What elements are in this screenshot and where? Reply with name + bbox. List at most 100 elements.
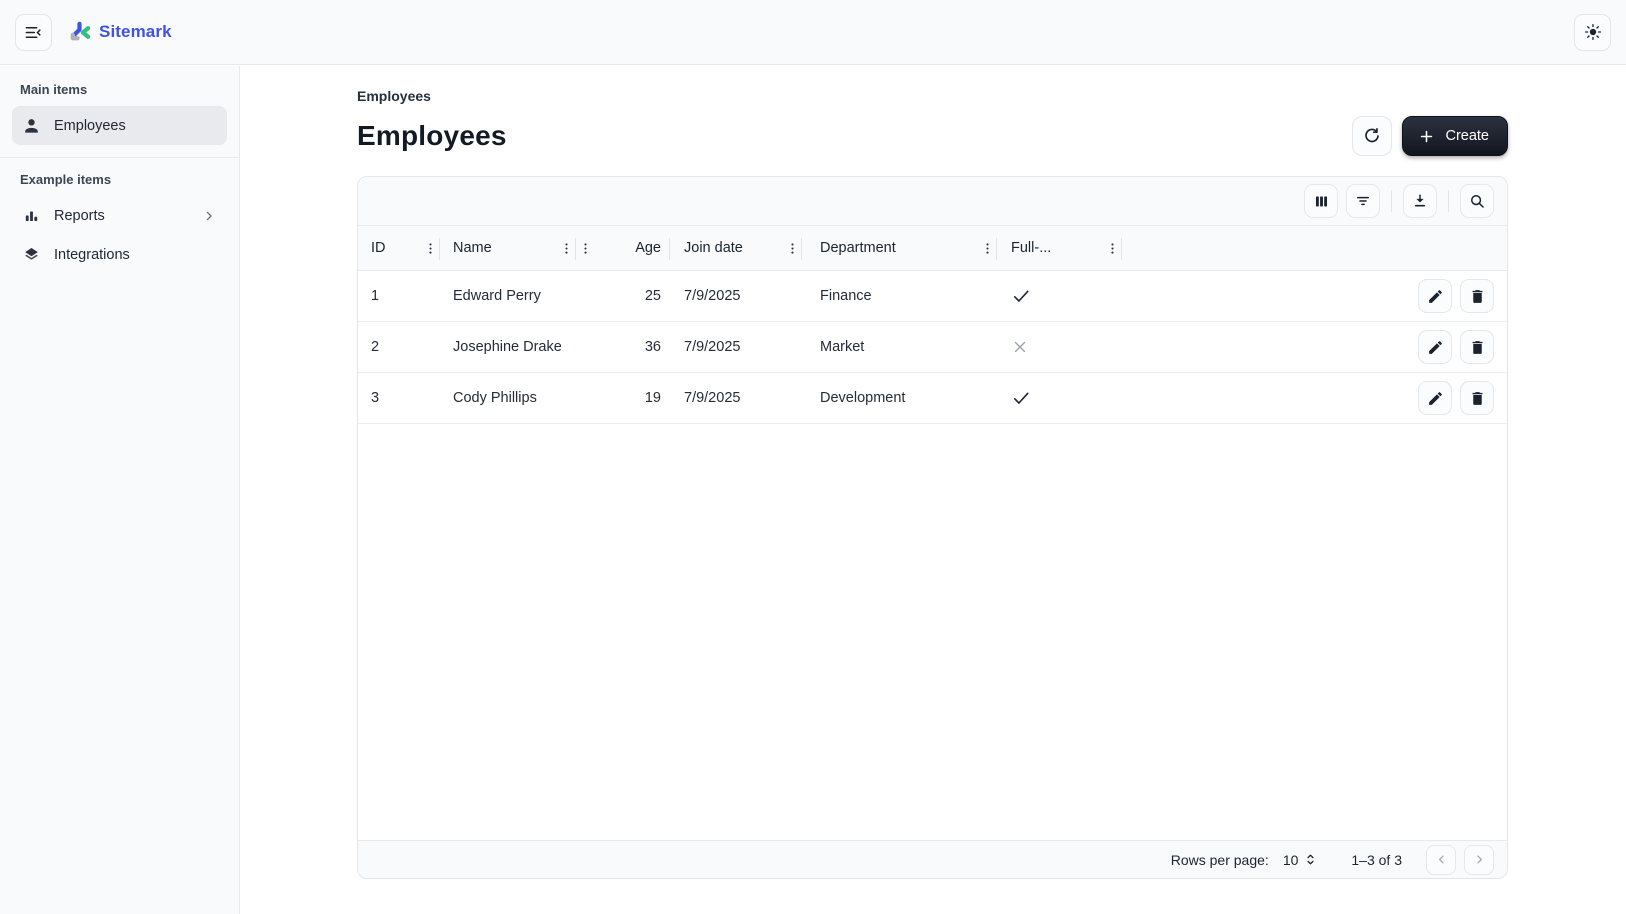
search-icon bbox=[1468, 192, 1486, 210]
cell-join-date: 7/9/2025 bbox=[670, 390, 802, 406]
trash-icon bbox=[1469, 339, 1486, 356]
cell-age: 19 bbox=[576, 390, 670, 406]
sun-icon bbox=[1584, 23, 1602, 41]
column-header-full-time[interactable]: Full-... bbox=[997, 226, 1122, 270]
sidebar: Main items Employees Example items Repor… bbox=[0, 66, 240, 914]
cell-join-date: 7/9/2025 bbox=[670, 339, 802, 355]
logo[interactable]: Sitemark bbox=[68, 21, 172, 44]
column-menu-icon[interactable] bbox=[421, 239, 440, 258]
sitemark-logo-icon bbox=[68, 21, 91, 44]
grid-toolbar bbox=[358, 177, 1507, 225]
column-header-join-date[interactable]: Join date bbox=[670, 226, 802, 270]
row-actions bbox=[1342, 330, 1507, 364]
column-header-name[interactable]: Name bbox=[440, 226, 576, 270]
sidebar-section-example-items: Example items bbox=[12, 170, 227, 196]
table-row[interactable]: 2 Josephine Drake 36 7/9/2025 Market bbox=[358, 322, 1507, 373]
main-content: Employees Employees Create bbox=[240, 0, 1626, 914]
cell-id: 1 bbox=[358, 288, 440, 304]
breadcrumb: Employees bbox=[357, 88, 1508, 104]
column-menu-icon[interactable] bbox=[783, 239, 802, 258]
column-menu-icon[interactable] bbox=[1103, 239, 1122, 258]
chevron-left-icon bbox=[1434, 852, 1449, 867]
column-header-department[interactable]: Department bbox=[802, 226, 997, 270]
pagination-range-label: 1–3 of 3 bbox=[1351, 852, 1402, 868]
check-icon bbox=[1011, 388, 1031, 408]
column-header-id[interactable]: ID bbox=[358, 226, 440, 270]
sidebar-collapse-button[interactable] bbox=[15, 14, 52, 51]
rows-per-page-value: 10 bbox=[1283, 852, 1299, 868]
bar-chart-icon bbox=[22, 206, 41, 225]
sidebar-item-employees[interactable]: Employees bbox=[12, 106, 227, 145]
logo-text: Sitemark bbox=[99, 22, 172, 42]
delete-button[interactable] bbox=[1460, 381, 1494, 415]
sidebar-item-label: Integrations bbox=[54, 247, 130, 263]
data-grid: ID Name Age Join date bbox=[357, 176, 1508, 879]
cell-department: Development bbox=[802, 390, 997, 406]
export-button[interactable] bbox=[1403, 184, 1437, 218]
trash-icon bbox=[1469, 390, 1486, 407]
table-row[interactable]: 3 Cody Phillips 19 7/9/2025 Development bbox=[358, 373, 1507, 424]
column-menu-icon[interactable] bbox=[978, 239, 997, 258]
column-header-label: Age bbox=[635, 240, 661, 256]
cell-join-date: 7/9/2025 bbox=[670, 288, 802, 304]
page-title: Employees bbox=[357, 120, 507, 152]
sidebar-divider bbox=[0, 157, 239, 158]
grid-header-row: ID Name Age Join date bbox=[358, 225, 1507, 271]
pencil-icon bbox=[1427, 390, 1444, 407]
app-header: Sitemark bbox=[0, 0, 1626, 65]
select-arrows-icon bbox=[1304, 852, 1317, 867]
cell-name: Cody Phillips bbox=[440, 390, 576, 406]
filter-button[interactable] bbox=[1346, 184, 1380, 218]
edit-button[interactable] bbox=[1418, 330, 1452, 364]
person-icon bbox=[22, 116, 41, 135]
theme-toggle-button[interactable] bbox=[1574, 14, 1611, 51]
column-header-label: Name bbox=[453, 240, 492, 256]
next-page-button[interactable] bbox=[1464, 845, 1494, 875]
column-header-age[interactable]: Age bbox=[576, 226, 670, 270]
sidebar-item-reports[interactable]: Reports bbox=[12, 196, 227, 235]
cell-full-time bbox=[997, 388, 1122, 408]
grid-empty-area bbox=[358, 424, 1507, 840]
column-header-spacer bbox=[1122, 226, 1342, 270]
chevron-right-icon bbox=[1472, 852, 1487, 867]
download-icon bbox=[1411, 192, 1429, 210]
column-menu-icon[interactable] bbox=[576, 239, 595, 258]
previous-page-button[interactable] bbox=[1426, 845, 1456, 875]
columns-icon bbox=[1313, 193, 1330, 210]
columns-button[interactable] bbox=[1304, 184, 1338, 218]
column-header-label: Full-... bbox=[1011, 240, 1051, 256]
cell-name: Josephine Drake bbox=[440, 339, 576, 355]
toolbar-divider bbox=[1391, 190, 1392, 212]
rows-per-page-select[interactable]: 10 bbox=[1283, 852, 1318, 868]
refresh-button[interactable] bbox=[1352, 116, 1392, 156]
table-row[interactable]: 1 Edward Perry 25 7/9/2025 Finance bbox=[358, 271, 1507, 322]
sidebar-item-label: Employees bbox=[54, 118, 126, 134]
create-button[interactable]: Create bbox=[1402, 116, 1508, 156]
delete-button[interactable] bbox=[1460, 279, 1494, 313]
cell-id: 2 bbox=[358, 339, 440, 355]
edit-button[interactable] bbox=[1418, 279, 1452, 313]
chevron-right-icon bbox=[201, 208, 217, 224]
sidebar-item-integrations[interactable]: Integrations bbox=[12, 235, 227, 274]
rows-per-page-label: Rows per page: bbox=[1171, 852, 1269, 868]
cell-id: 3 bbox=[358, 390, 440, 406]
cell-department: Market bbox=[802, 339, 997, 355]
column-header-label: Department bbox=[820, 240, 896, 256]
cell-full-time bbox=[997, 338, 1122, 356]
pencil-icon bbox=[1427, 339, 1444, 356]
column-menu-icon[interactable] bbox=[557, 239, 576, 258]
sidebar-item-label: Reports bbox=[54, 208, 105, 224]
column-header-actions bbox=[1342, 226, 1507, 270]
cell-name: Edward Perry bbox=[440, 288, 576, 304]
delete-button[interactable] bbox=[1460, 330, 1494, 364]
grid-footer: Rows per page: 10 1–3 of 3 bbox=[358, 840, 1507, 878]
row-actions bbox=[1342, 381, 1507, 415]
sidebar-section-main-items: Main items bbox=[12, 80, 227, 106]
column-header-label: Join date bbox=[684, 240, 743, 256]
edit-button[interactable] bbox=[1418, 381, 1452, 415]
search-button[interactable] bbox=[1460, 184, 1494, 218]
column-header-label: ID bbox=[371, 240, 386, 256]
plus-icon bbox=[1418, 128, 1435, 145]
cell-department: Finance bbox=[802, 288, 997, 304]
cell-age: 36 bbox=[576, 339, 670, 355]
